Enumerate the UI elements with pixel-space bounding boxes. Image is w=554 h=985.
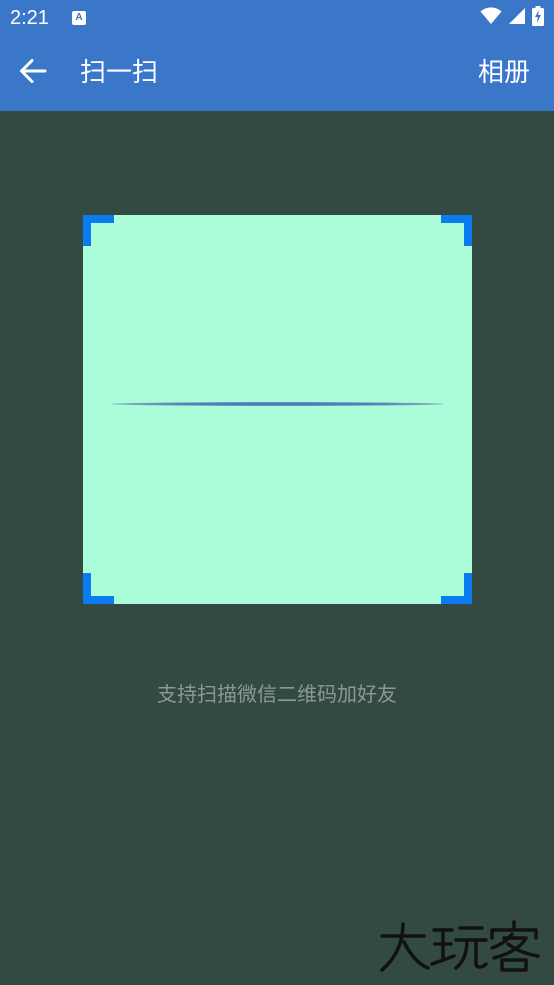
page-title: 扫一扫 xyxy=(80,58,159,88)
status-bar: 2:21 A xyxy=(0,0,554,36)
notification-app-icon: A xyxy=(72,11,86,25)
scan-corner-bottom-left xyxy=(83,573,114,604)
album-button[interactable]: 相册 xyxy=(478,56,530,90)
scan-line xyxy=(111,402,444,406)
signal-icon xyxy=(508,7,526,29)
scan-corner-top-left xyxy=(83,215,114,246)
scan-corner-bottom-right xyxy=(441,573,472,604)
status-time: 2:21 xyxy=(10,7,49,29)
scan-corner-top-right xyxy=(441,215,472,246)
battery-charging-icon xyxy=(532,6,544,30)
scan-hint-text: 支持扫描微信二维码加好友 xyxy=(157,682,397,706)
back-button[interactable] xyxy=(16,56,50,90)
scan-frame xyxy=(83,215,472,604)
arrow-left-icon xyxy=(19,57,47,89)
status-icons xyxy=(480,6,544,30)
app-bar: 扫一扫 相册 xyxy=(0,36,554,111)
wifi-icon xyxy=(480,7,502,29)
watermark-logo xyxy=(378,920,544,972)
